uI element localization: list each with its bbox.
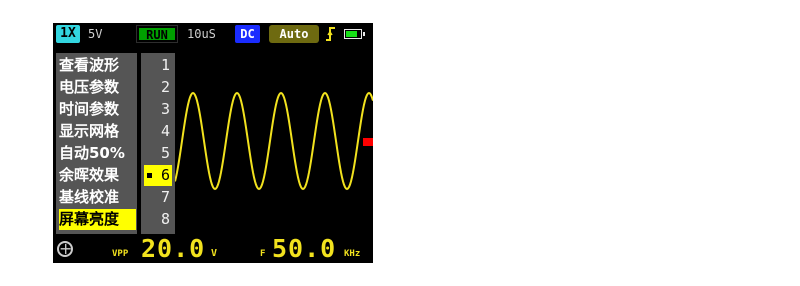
brightness-value-column: 1 2 3 4 5 6 7 8	[141, 53, 175, 234]
menu-item-persistence[interactable]: 余晖效果	[59, 165, 136, 186]
value-option[interactable]: 2	[141, 77, 175, 98]
value-option[interactable]: 8	[141, 209, 175, 230]
battery-level-fill	[346, 31, 357, 37]
value-option[interactable]: 4	[141, 121, 175, 142]
vpp-label: VPP	[112, 249, 129, 259]
menu-item-show-grid[interactable]: 显示网格	[59, 121, 136, 142]
value-option[interactable]: 1	[141, 55, 175, 76]
trigger-level-marker[interactable]	[363, 138, 373, 146]
waveform-trace	[175, 91, 373, 191]
add-measurement-button[interactable]: +	[57, 241, 73, 257]
frequency-label: F	[260, 249, 266, 259]
vpp-unit: V	[211, 248, 218, 259]
battery-icon	[344, 29, 365, 39]
trigger-mode-badge[interactable]: Auto	[269, 25, 319, 43]
value-option[interactable]: 7	[141, 187, 175, 208]
menu-item-auto-50[interactable]: 自动50%	[59, 143, 136, 164]
value-option[interactable]: 5	[141, 143, 175, 164]
plus-icon: +	[59, 239, 73, 258]
rising-edge-icon-glyph	[326, 27, 335, 41]
menu-item-voltage-params[interactable]: 电压参数	[59, 77, 136, 98]
menu-item-view-waveform[interactable]: 查看波形	[59, 55, 136, 76]
rising-edge-icon[interactable]	[324, 25, 338, 43]
settings-menu: 查看波形 电压参数 时间参数 显示网格 自动50% 余晖效果 基线校准 屏幕亮度	[56, 53, 137, 234]
coupling-badge[interactable]: DC	[235, 25, 260, 43]
menu-item-screen-brightness[interactable]: 屏幕亮度	[59, 209, 136, 230]
time-per-div[interactable]: 10uS	[187, 25, 216, 43]
vpp-value: 20.0	[141, 234, 206, 263]
menu-item-baseline-calibration[interactable]: 基线校准	[59, 187, 136, 208]
volts-per-div[interactable]: 5V	[88, 25, 102, 43]
value-option-label: 6	[160, 166, 170, 184]
frequency-value: 50.0	[272, 234, 337, 263]
value-option-selected[interactable]: 6	[144, 165, 172, 186]
selected-dot-icon	[147, 173, 152, 178]
probe-multiplier-badge[interactable]: 1X	[56, 25, 80, 43]
frequency-unit: KHz	[344, 249, 361, 259]
oscilloscope-screen: 1X 5V RUN 10uS DC Auto 查看波形 电压参数 时间参数 显示…	[53, 23, 373, 263]
battery-tip	[363, 32, 365, 36]
run-state-badge[interactable]: RUN	[136, 25, 178, 43]
menu-item-time-params[interactable]: 时间参数	[59, 99, 136, 120]
signal-trace-line	[175, 91, 373, 191]
value-option[interactable]: 3	[141, 99, 175, 120]
